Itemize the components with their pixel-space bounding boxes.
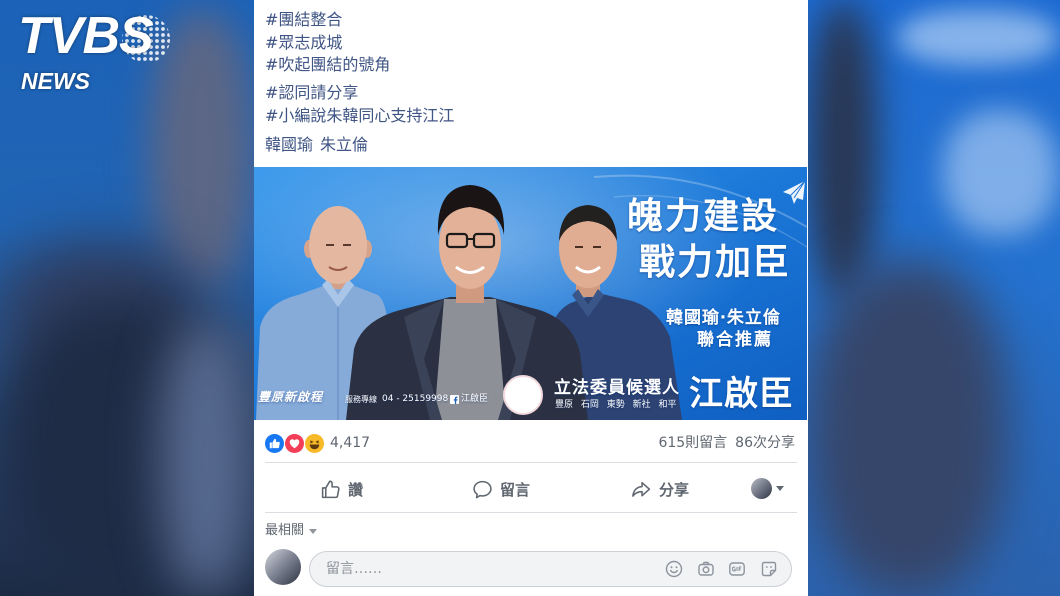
hashtag-link[interactable]: #小編說朱韓同心支持江江 bbox=[265, 105, 454, 127]
comment-label: 留言 bbox=[500, 480, 531, 499]
share-arrow-icon bbox=[632, 481, 651, 497]
paper-plane-icon bbox=[783, 180, 806, 204]
endorser-names: 韓國瑜‧朱立倫 bbox=[666, 308, 781, 328]
slogan-line-2: 戰力加臣 bbox=[639, 242, 792, 283]
divider bbox=[265, 512, 797, 513]
share-label: 分享 bbox=[659, 480, 690, 499]
logo-news-text: NEWS bbox=[21, 68, 90, 94]
service-phone: 04 - 25159998 bbox=[382, 394, 449, 404]
camera-icon[interactable] bbox=[697, 560, 715, 578]
sort-label: 最相關 bbox=[265, 523, 305, 538]
thumbs-up-icon bbox=[321, 479, 340, 498]
comment-input[interactable] bbox=[324, 552, 654, 586]
endorse-label: 聯合推薦 bbox=[697, 330, 773, 350]
reaction-count[interactable]: 4,417 bbox=[330, 434, 370, 453]
party-emblem-circle bbox=[503, 375, 543, 415]
chevron-down-icon bbox=[309, 528, 318, 534]
emoji-icon[interactable] bbox=[665, 560, 683, 578]
tagged-people: 韓國瑜 朱立倫 bbox=[265, 134, 375, 156]
like-label: 讚 bbox=[348, 480, 364, 499]
sticker-icon[interactable] bbox=[760, 560, 778, 578]
facebook-post: #團結整合 #眾志成城 #吹起團結的號角 #認同請分享 #小編說朱韓同心支持江江… bbox=[254, 0, 808, 596]
hashtag-link[interactable]: #吹起團結的號角 bbox=[265, 54, 390, 76]
reaction-icons[interactable] bbox=[265, 434, 325, 453]
candidate-title: 立法委員候選人 bbox=[554, 378, 680, 398]
campaign-logo: 豐原新啟程 bbox=[258, 390, 324, 404]
comment-input-box[interactable] bbox=[309, 551, 792, 587]
comment-count-link[interactable]: 615則留言 bbox=[658, 434, 727, 453]
like-button[interactable]: 讚 bbox=[320, 476, 363, 502]
blurred-head bbox=[808, 0, 878, 300]
gif-icon[interactable] bbox=[728, 560, 746, 578]
blurred-slogan-text bbox=[943, 110, 1058, 235]
share-count-link[interactable]: 86次分享 bbox=[735, 434, 795, 453]
comment-bubble-icon bbox=[473, 480, 492, 498]
facebook-page-name: 江啟臣 bbox=[461, 394, 489, 404]
chevron-down-icon bbox=[776, 486, 784, 491]
post-stats: 615則留言 86次分享 bbox=[650, 434, 795, 453]
service-hotline-label: 服務專線 bbox=[345, 395, 377, 404]
candidate-name: 江啟臣 bbox=[689, 374, 794, 414]
blurred-background-right bbox=[808, 0, 1060, 596]
avatar bbox=[751, 478, 772, 499]
haha-reaction-icon bbox=[305, 434, 324, 453]
logo-brand-text: TVBS bbox=[18, 7, 154, 65]
blurred-slogan-text bbox=[898, 10, 1058, 65]
district-list: 豐原 石岡 東勢 新社 和平 bbox=[555, 400, 677, 410]
facebook-icon bbox=[450, 395, 459, 404]
mention-link[interactable]: 朱立倫 bbox=[320, 134, 368, 156]
comment-sort-dropdown[interactable]: 最相關 bbox=[265, 523, 318, 539]
slogan-line-1: 魄力建設 bbox=[627, 196, 780, 237]
broadcast-frame: TVBS NEWS #團結整合 #眾志成城 #吹起團結的號角 #認同請分享 #小… bbox=[0, 0, 1060, 596]
hashtag-link[interactable]: #認同請分享 bbox=[265, 82, 358, 104]
like-reaction-icon bbox=[265, 434, 284, 453]
blurred-shirt bbox=[160, 320, 254, 596]
tvbs-news-logo: TVBS NEWS bbox=[18, 6, 174, 98]
blurred-suit bbox=[808, 260, 1008, 596]
mention-link[interactable]: 韓國瑜 bbox=[265, 134, 313, 156]
avatar bbox=[265, 549, 301, 585]
hashtag-link[interactable]: #團結整合 bbox=[265, 9, 342, 31]
campaign-banner-image[interactable]: 魄力建設 戰力加臣 韓國瑜‧朱立倫 聯合推薦 立法委員候選人 豐原 石岡 東勢 … bbox=[254, 167, 807, 420]
comment-button[interactable]: 留言 bbox=[472, 476, 530, 502]
share-button[interactable]: 分享 bbox=[630, 476, 689, 502]
react-as-selector[interactable] bbox=[751, 478, 784, 499]
love-reaction-icon bbox=[285, 434, 304, 453]
divider bbox=[265, 462, 797, 463]
hashtag-link[interactable]: #眾志成城 bbox=[265, 32, 342, 54]
